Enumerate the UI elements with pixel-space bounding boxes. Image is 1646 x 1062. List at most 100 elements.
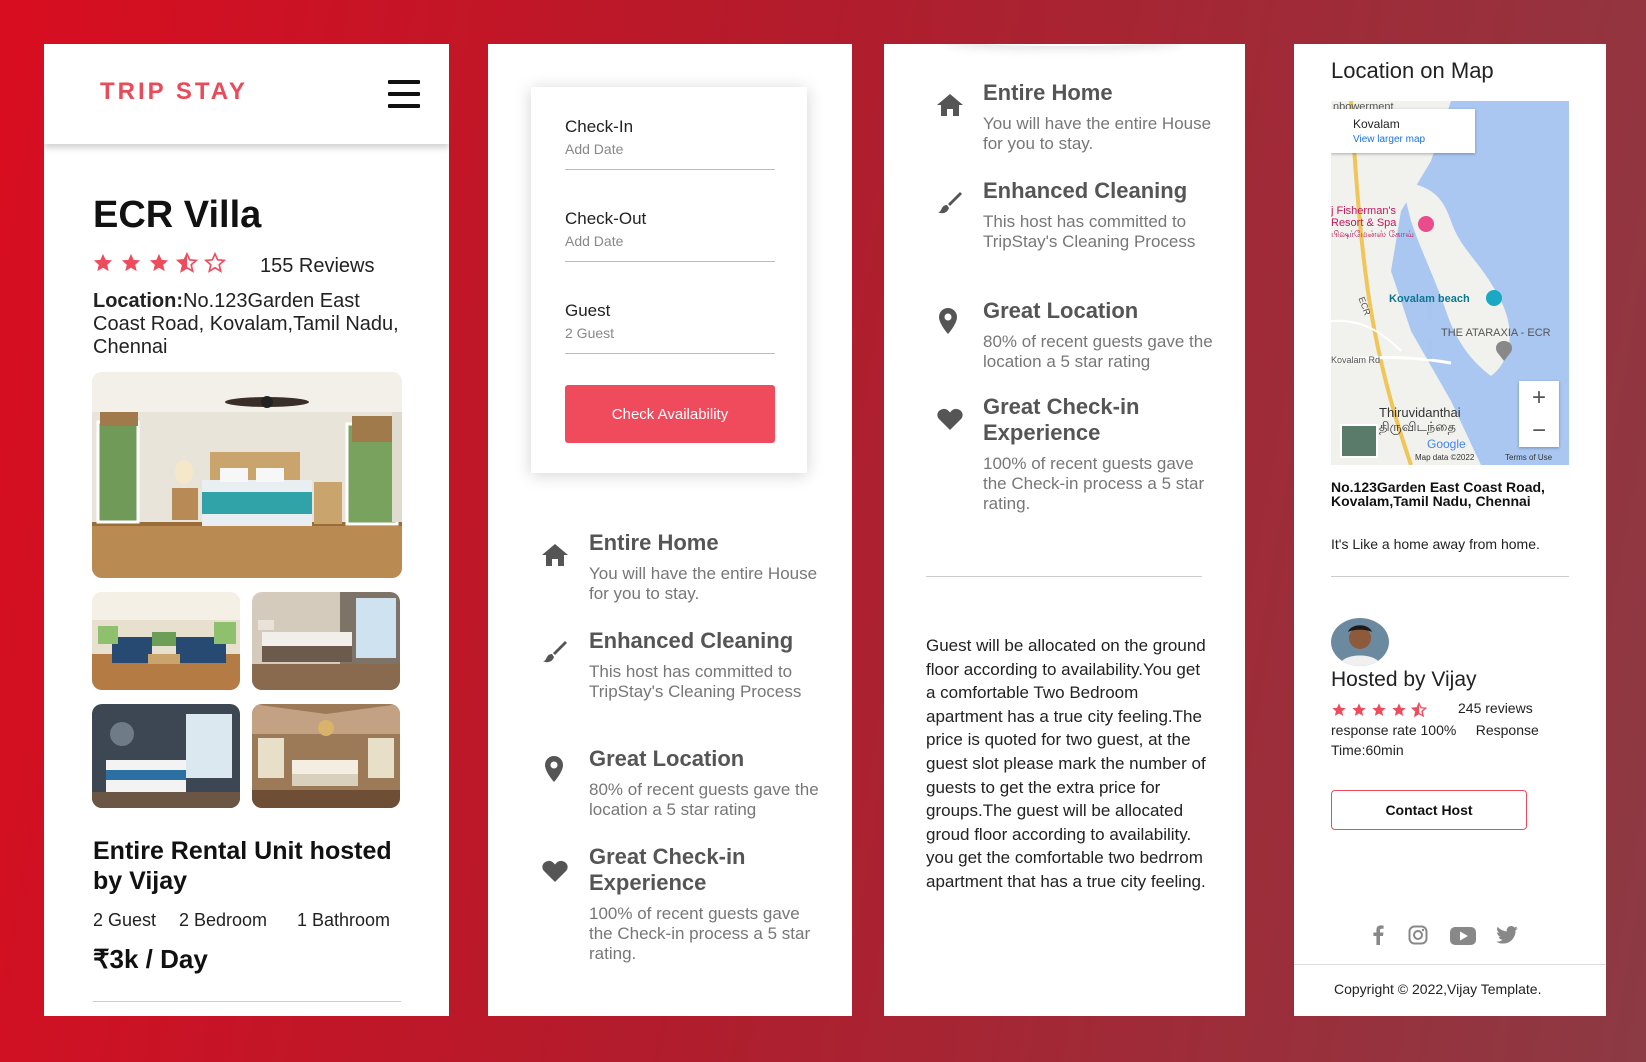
feature-title: Great Location (983, 298, 1139, 323)
location-text: Location:No.123Garden East Coast Road, K… (93, 290, 413, 359)
divider (1331, 576, 1569, 577)
heart-icon (937, 408, 963, 430)
feature-description: 80% of recent guests gave the location a… (589, 780, 819, 819)
price-per-day: ₹3k / Day (93, 944, 208, 974)
guest-value[interactable]: 2 Guest (565, 325, 614, 341)
star-half-icon (176, 252, 198, 273)
feature-description: 100% of recent guests gave the Check-in … (589, 904, 811, 963)
listing-description: Guest will be allocated on the ground fl… (926, 636, 1206, 891)
zoom-controls: + − (1519, 381, 1559, 447)
star-filled-icon (121, 253, 141, 272)
map-label: Kovalam beach (1389, 293, 1470, 305)
map-host-screen: Location on Map nbowerment j Fisherman's… (1294, 44, 1606, 1016)
home-icon (937, 94, 963, 116)
map-label: j Fisherman's Resort & Spa (1331, 205, 1397, 229)
home-icon (542, 544, 568, 566)
zoom-out-button[interactable]: − (1519, 414, 1559, 447)
review-count[interactable]: 155 Reviews (260, 255, 375, 278)
feature-description: 100% of recent guests gave the Check-in … (983, 454, 1205, 513)
view-larger-map-link[interactable]: View larger map (1353, 134, 1425, 145)
location-pin-icon (939, 308, 957, 334)
feature-description: You will have the entire House for you t… (589, 564, 818, 603)
main-bedroom-photo[interactable] (92, 372, 402, 578)
rating-stars (92, 252, 226, 274)
feature-item: Great Location 80% of recent guests gave… (589, 746, 819, 820)
feature-item: Entire Home You will have the entire Hou… (983, 80, 1213, 154)
listing-subtitle: Entire Rental Unit hosted by Vijay (93, 837, 392, 895)
guest-field[interactable]: Guest 2 Guest (565, 301, 775, 354)
feature-description: You will have the entire House for you t… (983, 114, 1212, 153)
living-room-photo[interactable] (92, 592, 240, 690)
check-availability-button[interactable]: Check Availability (565, 385, 775, 443)
feature-title: Great Check-in Experience (983, 394, 1140, 445)
heart-icon (542, 860, 568, 882)
guest-count: 2 Guest (93, 910, 157, 930)
map-place-title: Kovalam (1353, 117, 1400, 131)
star-filled-icon (1392, 703, 1406, 716)
map-label: பிஷர்மேன்ஸ் கோவ் (1331, 229, 1414, 239)
instagram-icon[interactable] (1408, 925, 1428, 950)
checkout-value[interactable]: Add Date (565, 233, 623, 249)
map-place-card: Kovalam View larger map (1331, 109, 1475, 153)
bathroom-count: 1 Bathroom (297, 910, 391, 930)
chandelier-bedroom-photo[interactable] (252, 704, 400, 808)
guest-bedroom-photo[interactable] (252, 592, 400, 690)
map-data-credit: Map data ©2022 (1415, 453, 1475, 462)
brush-icon (543, 641, 567, 663)
features-description-screen: Entire Home You will have the entire Hou… (884, 44, 1245, 1016)
feature-title: Enhanced Cleaning (983, 178, 1188, 203)
feature-item: Great Location 80% of recent guests gave… (983, 298, 1213, 372)
star-filled-icon (1352, 703, 1366, 716)
location-pin-icon (545, 756, 563, 782)
brand-logo[interactable]: TRIP STAY (100, 78, 248, 106)
feature-item: Great Check-in Experience 100% of recent… (589, 844, 819, 964)
address-text: No.123Garden East Coast Road, Kovalam,Ta… (1331, 479, 1545, 509)
footer-divider (1294, 964, 1606, 965)
booking-card: Check-In Add Date Check-Out Add Date Gue… (531, 87, 807, 473)
feature-title: Entire Home (589, 530, 719, 555)
host-rating-stars (1331, 702, 1427, 718)
location-map[interactable]: nbowerment j Fisherman's Resort & Spa பி… (1331, 101, 1569, 465)
feature-description: This host has committed to TripStay's Cl… (983, 212, 1196, 251)
youtube-icon[interactable] (1450, 927, 1476, 950)
twitter-icon[interactable] (1496, 926, 1518, 949)
checkin-value[interactable]: Add Date (565, 141, 623, 157)
map-label: Kovalam Rd (1331, 355, 1381, 365)
map-label: Thiruvidanthai (1379, 405, 1461, 420)
star-empty-icon (204, 252, 226, 273)
property-title: ECR Villa (93, 194, 262, 236)
feature-title: Great Check-in Experience (589, 844, 746, 895)
host-review-count: 245 reviews (1458, 700, 1533, 716)
guest-label: Guest (565, 301, 611, 320)
feature-title: Enhanced Cleaning (589, 628, 794, 653)
star-filled-icon (1372, 703, 1386, 716)
tagline-text: It's Like a home away from home. (1331, 536, 1540, 552)
property-overview-screen: TRIP STAY ECR Villa 155 Reviews Location… (44, 44, 449, 1016)
feature-description: This host has committed to TripStay's Cl… (589, 662, 802, 701)
host-avatar[interactable] (1331, 618, 1389, 666)
location-label: Location: (93, 290, 183, 312)
map-terms-link[interactable]: Terms of Use (1505, 453, 1552, 462)
card-shadow-edge (944, 44, 1184, 46)
copyright-text: Copyright © 2022,Vijay Template. (1334, 981, 1542, 997)
google-logo: Google (1427, 437, 1466, 451)
hamburger-menu-icon[interactable] (388, 80, 420, 108)
checkin-field[interactable]: Check-In Add Date (565, 117, 775, 170)
host-response-info: response rate 100% Response Time:60min (1331, 722, 1543, 758)
facebook-icon[interactable] (1372, 925, 1384, 950)
divider (93, 1001, 401, 1002)
modern-bedroom-photo[interactable] (92, 704, 240, 808)
star-filled-icon (1332, 703, 1346, 716)
contact-host-button[interactable]: Contact Host (1331, 790, 1527, 830)
feature-item: Enhanced Cleaning This host has committe… (589, 628, 819, 702)
feature-item: Entire Home You will have the entire Hou… (589, 530, 819, 604)
booking-screen: Check-In Add Date Check-Out Add Date Gue… (488, 44, 852, 1016)
star-filled-icon (149, 253, 169, 272)
checkout-field[interactable]: Check-Out Add Date (565, 209, 775, 262)
hosted-by-title: Hosted by Vijay (1331, 668, 1477, 691)
star-half-icon (1411, 702, 1427, 718)
map-label: திருவிடந்தை (1379, 419, 1456, 434)
map-section-title: Location on Map (1331, 58, 1494, 83)
zoom-in-button[interactable]: + (1519, 381, 1559, 414)
checkout-label: Check-Out (565, 209, 647, 228)
